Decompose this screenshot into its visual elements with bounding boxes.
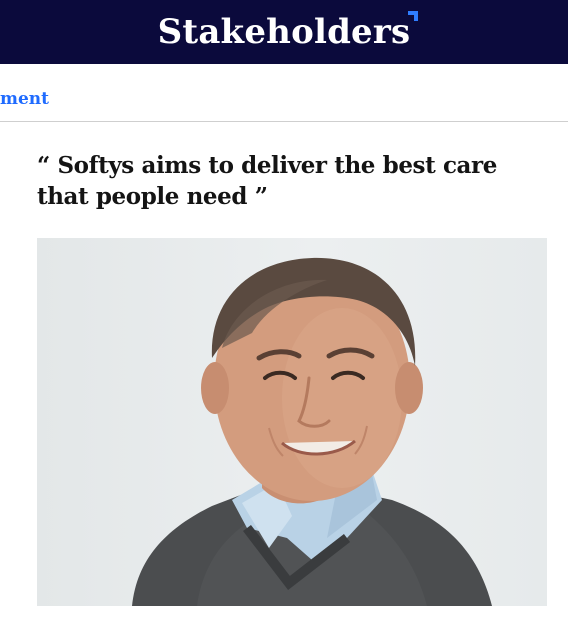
stakeholders-logo[interactable]: Stakeholders	[157, 11, 419, 52]
portrait-photo	[37, 238, 547, 606]
close-quote: ”	[254, 183, 268, 210]
portrait-illustration	[132, 257, 492, 606]
brand-name: Stakeholders	[157, 12, 411, 52]
article-headline: “ Softys aims to deliver the best care t…	[37, 150, 542, 212]
corner-bracket-icon	[408, 11, 419, 21]
section-nav-link[interactable]: ment	[0, 89, 49, 109]
site-header: Stakeholders	[0, 0, 568, 64]
header-divider	[0, 121, 568, 122]
open-quote: “	[37, 152, 50, 179]
